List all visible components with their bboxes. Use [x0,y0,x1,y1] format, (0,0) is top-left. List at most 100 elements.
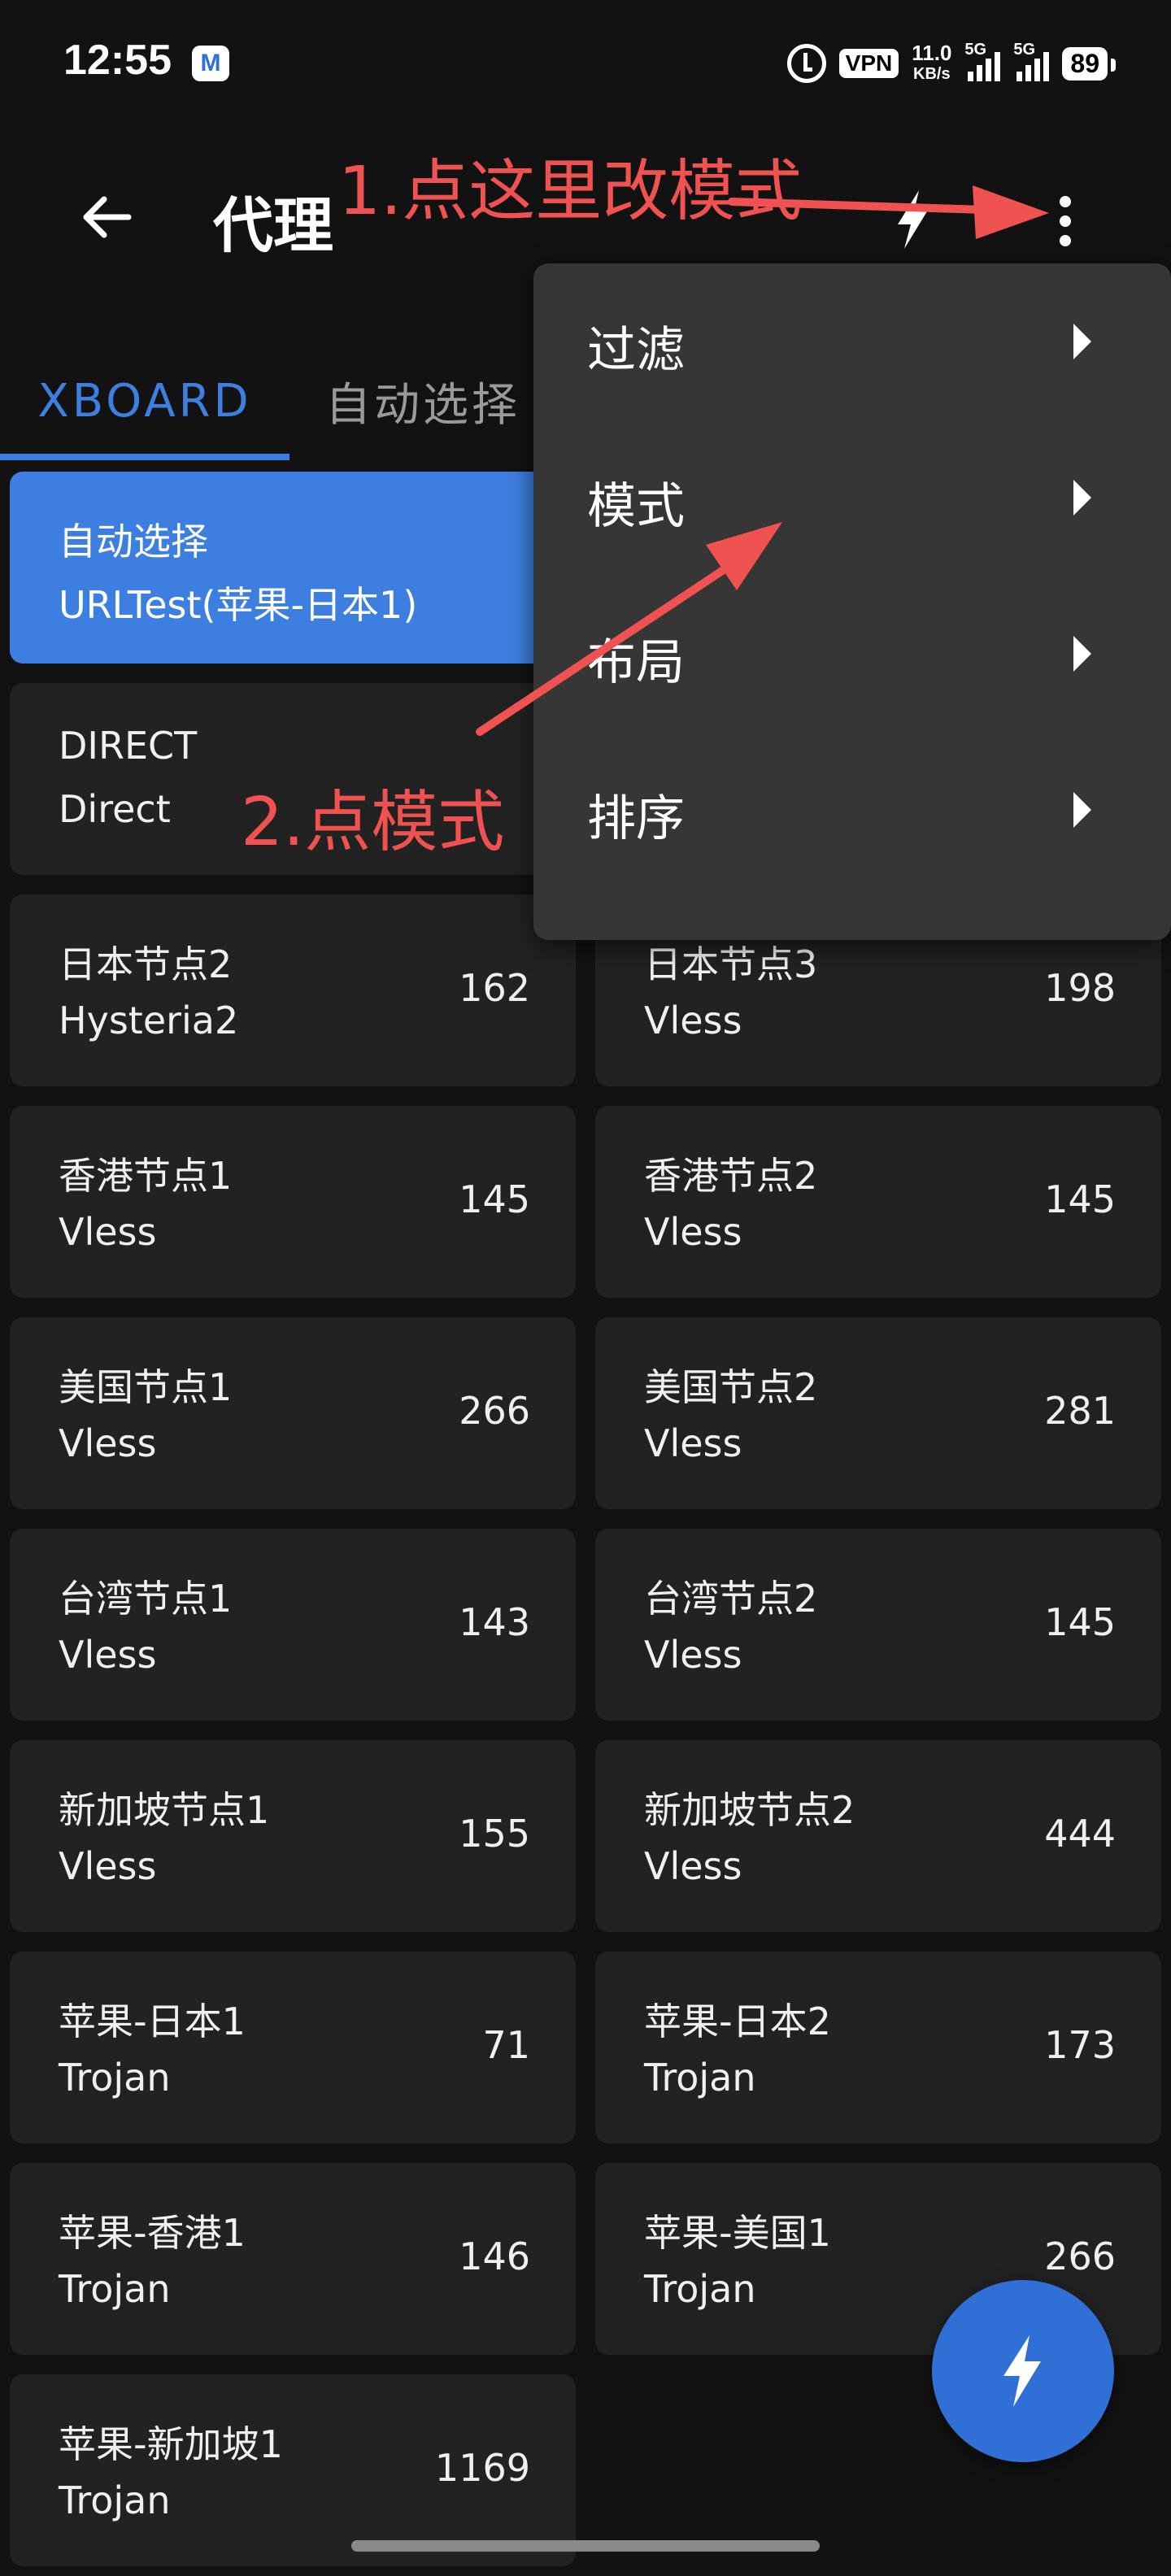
proxy-card[interactable]: 美国节点2 Vless 281 [595,1317,1161,1509]
proxy-protocol: Direct [59,787,171,831]
proxy-protocol: Trojan [644,2056,756,2100]
menu-item-label: 排序 [587,790,685,847]
proxy-latency: 146 [459,2234,530,2278]
proxy-protocol: URLTest(苹果-日本1) [59,583,418,627]
proxy-card[interactable]: 苹果-日本2 Trojan 173 [595,1952,1161,2143]
sim2-label: 5G [1013,41,1036,59]
proxy-name: 日本节点3 [644,942,818,986]
proxy-name: 新加坡节点1 [59,1788,270,1832]
proxy-latency: 173 [1044,2023,1116,2067]
battery-icon: 89 [1062,46,1116,80]
proxy-protocol: Vless [59,1844,157,1888]
proxy-latency: 281 [1044,1389,1116,1433]
menu-item-mode[interactable]: 模式 [533,420,1171,576]
alarm-icon [786,44,826,83]
menu-item-label: 过滤 [587,322,685,379]
proxy-name: 苹果-美国1 [644,2211,831,2255]
proxy-latency: 444 [1044,1812,1116,1856]
network-speed-value: 11.0 [912,41,952,65]
proxy-protocol: Trojan [59,2478,171,2522]
tab-indicator [0,454,289,460]
proxy-card[interactable]: 台湾节点2 Vless 145 [595,1529,1161,1721]
proxy-card[interactable]: 新加坡节点1 Vless 155 [10,1740,576,1932]
proxy-protocol: Vless [59,1210,157,1254]
vpn-badge: VPN [838,49,899,78]
proxy-latency: 71 [482,2023,530,2067]
status-bar: 12:55 M VPN 11.0 KB/s 5G 5G 89 [0,0,1171,130]
proxy-name: 美国节点1 [59,1365,233,1409]
proxy-name: 台湾节点1 [59,1577,233,1621]
status-time: 12:55 [63,37,172,84]
proxy-protocol: Vless [644,1633,742,1677]
home-indicator[interactable] [351,2540,820,2552]
proxy-name: 自动选择 [59,520,208,564]
submenu-arrow-icon [1073,480,1091,516]
network-speed: 11.0 KB/s [912,42,951,85]
proxy-latency: 1169 [434,2446,530,2490]
proxy-name: 新加坡节点2 [644,1788,855,1832]
proxy-protocol: Trojan [644,2267,756,2311]
tab-auto-select[interactable]: 自动选择 [301,342,545,460]
proxy-latency: 266 [1044,2234,1116,2278]
proxy-latency: 155 [459,1812,530,1856]
proxy-name: 台湾节点2 [644,1577,818,1621]
menu-item-layout[interactable]: 布局 [533,576,1171,732]
proxy-latency: 266 [459,1389,530,1433]
proxy-protocol: Vless [644,1421,742,1465]
signal-icon-sim1: 5G [964,41,1001,81]
annotation-step-1: 1.点这里改模式 [338,153,803,230]
proxy-card[interactable]: 香港节点2 Vless 145 [595,1106,1161,1298]
proxy-protocol: Vless [59,1421,157,1465]
proxy-latency: 145 [1044,1600,1116,1644]
proxy-name: DIRECT [59,724,198,768]
proxy-name: 苹果-香港1 [59,2211,246,2255]
annotation-step-2: 2.点模式 [241,784,505,861]
proxy-protocol: Hysteria2 [59,999,239,1042]
status-indicators: VPN 11.0 KB/s 5G 5G 89 [786,41,1116,86]
proxy-card[interactable]: 美国节点1 Vless 266 [10,1317,576,1509]
proxy-name: 美国节点2 [644,1365,818,1409]
test-latency-fab[interactable] [932,2280,1114,2462]
more-options-icon[interactable] [1039,189,1091,254]
page-title: 代理 [213,191,333,261]
proxy-protocol: Vless [644,1210,742,1254]
menu-item-label: 模式 [587,478,685,535]
proxy-protocol: Vless [644,1844,742,1888]
proxy-card-auto-select[interactable]: 自动选择 URLTest(苹果-日本1) [10,472,576,664]
proxy-latency: 143 [459,1600,530,1644]
proxy-name: 苹果-日本1 [59,1999,246,2043]
submenu-arrow-icon [1073,324,1091,359]
proxy-card[interactable]: 台湾节点1 Vless 143 [10,1529,576,1721]
signal-icon-sim2: 5G [1013,41,1050,81]
submenu-arrow-icon [1073,636,1091,672]
proxy-card[interactable]: 香港节点1 Vless 145 [10,1106,576,1298]
network-speed-unit: KB/s [913,65,951,83]
menu-item-filter[interactable]: 过滤 [533,263,1171,420]
proxy-card[interactable]: 日本节点2 Hysteria2 162 [10,894,576,1086]
sim1-label: 5G [964,41,987,59]
proxy-name: 香港节点2 [644,1154,818,1198]
proxy-protocol: Vless [644,999,742,1042]
app-notification-icon: M [192,46,229,81]
proxy-name: 苹果-新加坡1 [59,2422,283,2466]
proxy-latency: 145 [459,1177,530,1221]
proxy-card[interactable]: 苹果-香港1 Trojan 146 [10,2163,576,2355]
proxy-protocol: Vless [59,1633,157,1677]
proxy-protocol: Trojan [59,2267,171,2311]
proxy-name: 日本节点2 [59,942,233,986]
back-arrow-icon[interactable] [78,189,135,246]
menu-item-sort[interactable]: 排序 [533,732,1171,888]
proxy-name: 苹果-日本2 [644,1999,831,2043]
tab-xboard[interactable]: XBOARD [0,342,289,460]
proxy-card[interactable]: 苹果-新加坡1 Trojan 1169 [10,2374,576,2566]
proxy-protocol: Trojan [59,2056,171,2100]
proxy-card[interactable]: 新加坡节点2 Vless 444 [595,1740,1161,1932]
proxy-latency: 145 [1044,1177,1116,1221]
proxy-name: 香港节点1 [59,1154,233,1198]
proxy-latency: 198 [1044,966,1116,1010]
proxy-card[interactable]: 苹果-日本1 Trojan 71 [10,1952,576,2143]
overflow-menu: 过滤 模式 布局 排序 [533,263,1171,940]
lightning-icon [1003,2335,1041,2407]
lightning-icon[interactable] [886,187,938,252]
menu-item-label: 布局 [587,634,685,691]
